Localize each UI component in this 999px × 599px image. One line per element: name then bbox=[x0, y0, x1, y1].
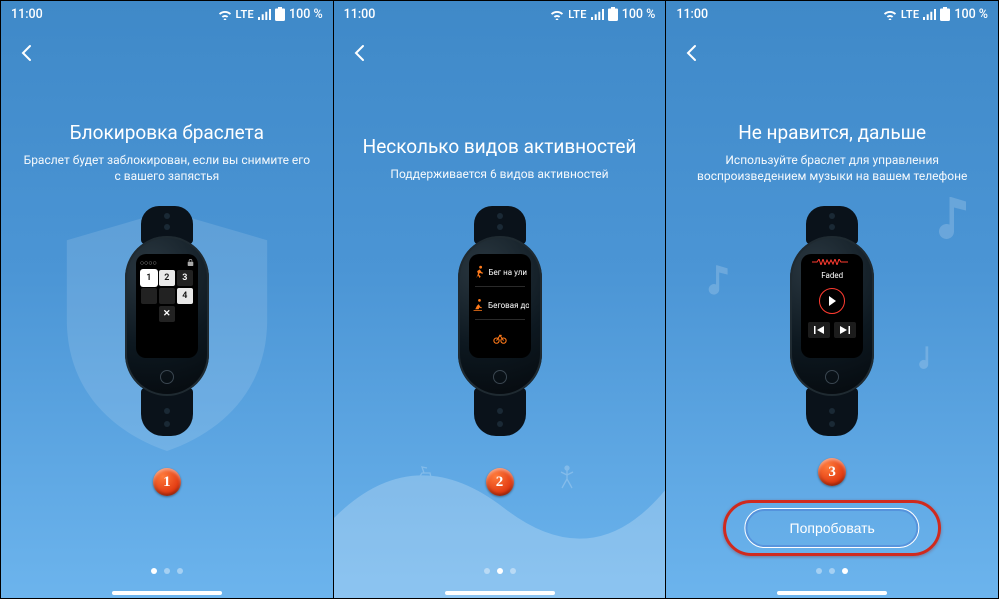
battery-pct: 100 % bbox=[954, 7, 988, 22]
activity-1-label: Бег на ули bbox=[489, 268, 527, 277]
prev-icon bbox=[808, 322, 830, 338]
onboarding-screen-1: 11:00 LTE 100 % Блокировка браслета Брас… bbox=[0, 1, 333, 598]
band-device: Faded bbox=[790, 206, 874, 436]
lte-label: LTE bbox=[236, 8, 255, 21]
page-title: Не нравится, дальше bbox=[688, 121, 976, 144]
band-device: Бег на ули Беговая до bbox=[458, 206, 542, 436]
page-dots bbox=[334, 568, 666, 574]
step-badge-1: 1 bbox=[153, 468, 181, 496]
page-subtitle: Используйте браслет для управления воспр… bbox=[688, 152, 976, 184]
status-bar: 11:00 LTE 100 % bbox=[1, 1, 333, 27]
battery-pct: 100 % bbox=[622, 7, 656, 22]
signal-icon bbox=[923, 9, 936, 20]
back-button[interactable] bbox=[348, 41, 372, 65]
status-time: 11:00 bbox=[676, 7, 708, 22]
band-touch-button bbox=[825, 370, 839, 384]
signal-icon bbox=[591, 9, 604, 20]
music-note-icon bbox=[912, 341, 948, 377]
key-3: 3 bbox=[177, 270, 193, 286]
cycle-icon bbox=[493, 331, 507, 345]
status-right: LTE 100 % bbox=[550, 7, 655, 22]
status-time: 11:00 bbox=[11, 7, 43, 22]
key-1: 1 bbox=[141, 270, 157, 286]
wifi-icon bbox=[550, 9, 564, 20]
page-title: Блокировка браслета bbox=[23, 121, 311, 144]
content: Несколько видов активностей Поддерживает… bbox=[334, 135, 666, 182]
back-button[interactable] bbox=[15, 41, 39, 65]
key-4: 4 bbox=[177, 288, 193, 304]
page-subtitle: Браслет будет заблокирован, если вы сним… bbox=[23, 152, 311, 184]
band-screen-activity: Бег на ули Беговая до bbox=[469, 254, 531, 358]
step-badge-2: 2 bbox=[486, 468, 514, 496]
lte-label: LTE bbox=[568, 8, 587, 21]
content: Блокировка браслета Браслет будет заблок… bbox=[1, 121, 333, 184]
status-bar: 11:00 LTE 100 % bbox=[666, 1, 998, 27]
band-screen-music: Faded bbox=[801, 254, 863, 358]
key-blank-1 bbox=[141, 288, 157, 304]
band-device: ○○○○ 1 2 3 4 ✕ bbox=[125, 206, 209, 436]
page-subtitle: Поддерживается 6 видов активностей bbox=[356, 166, 644, 182]
page-dots bbox=[666, 568, 998, 574]
status-right: LTE 100 % bbox=[218, 7, 323, 22]
key-del: ✕ bbox=[159, 306, 175, 322]
wifi-icon bbox=[883, 9, 897, 20]
onboarding-screen-2: 11:00 LTE 100 % Несколько видов активнос… bbox=[333, 1, 666, 598]
music-track: Faded bbox=[821, 271, 843, 280]
battery-icon bbox=[608, 7, 618, 21]
content: Не нравится, дальше Используйте браслет … bbox=[666, 121, 998, 184]
status-time: 11:00 bbox=[344, 7, 376, 22]
soundwave-icon bbox=[812, 259, 852, 265]
key-blank-2 bbox=[159, 288, 175, 304]
music-note-icon bbox=[694, 261, 736, 303]
page-dots bbox=[1, 568, 333, 574]
music-note-icon bbox=[918, 191, 978, 251]
battery-icon bbox=[275, 7, 285, 21]
nav-handle[interactable] bbox=[777, 591, 887, 595]
back-button[interactable] bbox=[680, 41, 704, 65]
play-icon bbox=[819, 288, 845, 314]
treadmill-icon bbox=[471, 298, 485, 312]
battery-icon bbox=[940, 7, 950, 21]
signal-icon bbox=[258, 9, 271, 20]
key-2: 2 bbox=[159, 270, 175, 286]
wifi-icon bbox=[218, 9, 232, 20]
band-screen-lock: ○○○○ 1 2 3 4 ✕ bbox=[136, 254, 198, 358]
page-title: Несколько видов активностей bbox=[356, 135, 644, 158]
onboarding-screen-3: 11:00 LTE 100 % Не нравится, дальше Испо… bbox=[665, 1, 998, 598]
run-icon bbox=[471, 265, 485, 279]
status-right: LTE 100 % bbox=[883, 7, 988, 22]
status-bar: 11:00 LTE 100 % bbox=[334, 1, 666, 27]
nav-handle[interactable] bbox=[445, 591, 555, 595]
nav-handle[interactable] bbox=[112, 591, 222, 595]
lte-label: LTE bbox=[901, 8, 920, 21]
band-touch-button bbox=[160, 370, 174, 384]
next-icon bbox=[834, 322, 856, 338]
step-badge-3: 3 bbox=[818, 458, 846, 486]
try-button[interactable]: Попробовать bbox=[745, 508, 920, 548]
battery-pct: 100 % bbox=[289, 7, 323, 22]
activity-2-label: Беговая до bbox=[488, 301, 528, 310]
band-touch-button bbox=[493, 370, 507, 384]
